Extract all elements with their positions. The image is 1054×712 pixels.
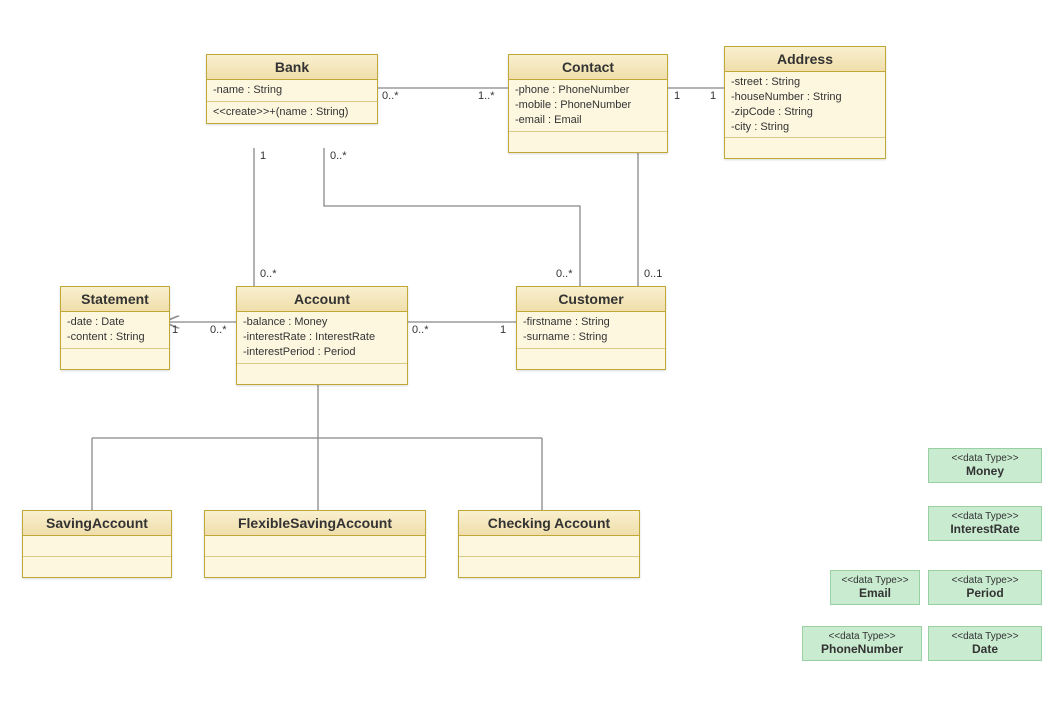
class-account-attrs: -balance : Money -interestRate : Interes…: [237, 312, 407, 364]
mult-contact-address-r: 1: [710, 90, 716, 102]
class-statement-title: Statement: [61, 287, 169, 312]
class-account[interactable]: Account -balance : Money -interestRate :…: [236, 286, 408, 385]
mult-contact-customer-b: 0..1: [644, 268, 662, 280]
mult-account-customer-l: 0..*: [412, 324, 429, 336]
class-flexible-title: FlexibleSavingAccount: [205, 511, 425, 536]
class-bank-attrs: -name : String: [207, 80, 377, 102]
class-contact-title: Contact: [509, 55, 667, 80]
class-statement-attrs: -date : Date -content : String: [61, 312, 169, 349]
datatype-phone[interactable]: <<data Type>> PhoneNumber: [802, 626, 922, 661]
class-account-title: Account: [237, 287, 407, 312]
class-address-attrs: -street : String -houseNumber : String -…: [725, 72, 885, 138]
class-contact-attrs: -phone : PhoneNumber -mobile : PhoneNumb…: [509, 80, 667, 132]
class-bank-ops: <<create>>+(name : String): [207, 102, 377, 123]
class-address[interactable]: Address -street : String -houseNumber : …: [724, 46, 886, 159]
class-checking-title: Checking Account: [459, 511, 639, 536]
mult-contact-address-l: 1: [674, 90, 680, 102]
mult-bank-account-t: 1: [260, 150, 266, 162]
class-checking[interactable]: Checking Account: [458, 510, 640, 578]
class-customer[interactable]: Customer -firstname : String -surname : …: [516, 286, 666, 370]
mult-bank-contact-l: 0..*: [382, 90, 399, 102]
mult-bank-contact-r: 1..*: [478, 90, 495, 102]
datatype-date[interactable]: <<data Type>> Date: [928, 626, 1042, 661]
class-address-title: Address: [725, 47, 885, 72]
mult-statement-account-r: 0..*: [210, 324, 227, 336]
mult-bank-customer-b: 0..*: [556, 268, 573, 280]
class-saving-title: SavingAccount: [23, 511, 171, 536]
class-flexible[interactable]: FlexibleSavingAccount: [204, 510, 426, 578]
datatype-money[interactable]: <<data Type>> Money: [928, 448, 1042, 483]
mult-account-customer-r: 1: [500, 324, 506, 336]
mult-statement-account-l: 1: [172, 324, 178, 336]
datatype-period[interactable]: <<data Type>> Period: [928, 570, 1042, 605]
datatype-email[interactable]: <<data Type>> Email: [830, 570, 920, 605]
class-contact[interactable]: Contact -phone : PhoneNumber -mobile : P…: [508, 54, 668, 153]
datatype-interest[interactable]: <<data Type>> InterestRate: [928, 506, 1042, 541]
class-bank[interactable]: Bank -name : String <<create>>+(name : S…: [206, 54, 378, 124]
class-customer-title: Customer: [517, 287, 665, 312]
mult-bank-customer-t: 0..*: [330, 150, 347, 162]
class-customer-attrs: -firstname : String -surname : String: [517, 312, 665, 349]
class-bank-title: Bank: [207, 55, 377, 80]
mult-bank-account-b: 0..*: [260, 268, 277, 280]
class-statement[interactable]: Statement -date : Date -content : String: [60, 286, 170, 370]
class-saving[interactable]: SavingAccount: [22, 510, 172, 578]
